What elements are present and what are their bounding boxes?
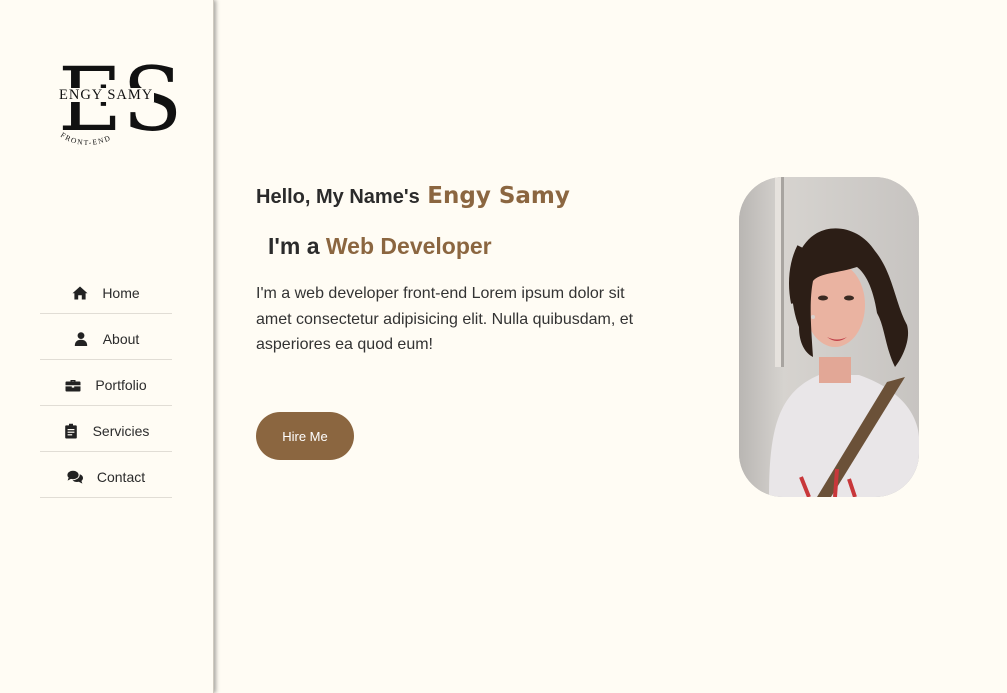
comments-icon [67,469,83,485]
nav-item-portfolio[interactable]: Portfolio [40,360,172,406]
nav-label-services: Servicies [92,422,150,439]
hire-me-button[interactable]: Hire Me [256,412,354,460]
greeting-heading: Hello, My Name's Engy Samy [256,183,570,209]
role-heading: I'm a Web Developer [268,233,492,260]
profile-photo [739,177,919,497]
intro-paragraph: I'm a web developer front-end Lorem ipsu… [256,285,634,353]
nav-item-home[interactable]: Home [40,268,172,314]
nav-label-about: About [102,330,140,347]
role-title: Web Developer [325,233,492,259]
logo-name: ENGY SAMY [58,87,155,103]
clipboard-icon [63,423,79,439]
home-icon [72,285,88,301]
briefcase-icon [65,377,81,393]
nav-label-contact: Contact [96,468,146,485]
nav-label-portfolio: Portfolio [95,376,147,393]
sidebar-nav: Home About Portfolio Servicies Contact [40,268,172,498]
logo[interactable]: ES FRONT-END ENGY SAMY [56,48,183,156]
nav-item-about[interactable]: About [40,314,172,360]
logo-monogram: ES FRONT-END [58,48,183,151]
sidebar: ES FRONT-END ENGY SAMY Home About Portfo… [0,0,214,693]
role-prefix: I'm a [268,233,320,259]
nav-item-services[interactable]: Servicies [40,406,172,452]
hero-section: Hello, My Name's Engy Samy I'm a Web Dev… [216,0,1007,693]
user-icon [73,331,89,347]
hero-name: Engy Samy [427,183,570,209]
nav-item-contact[interactable]: Contact [40,452,172,498]
nav-label-home: Home [102,284,140,301]
greeting-text: Hello, My Name's [256,186,420,208]
